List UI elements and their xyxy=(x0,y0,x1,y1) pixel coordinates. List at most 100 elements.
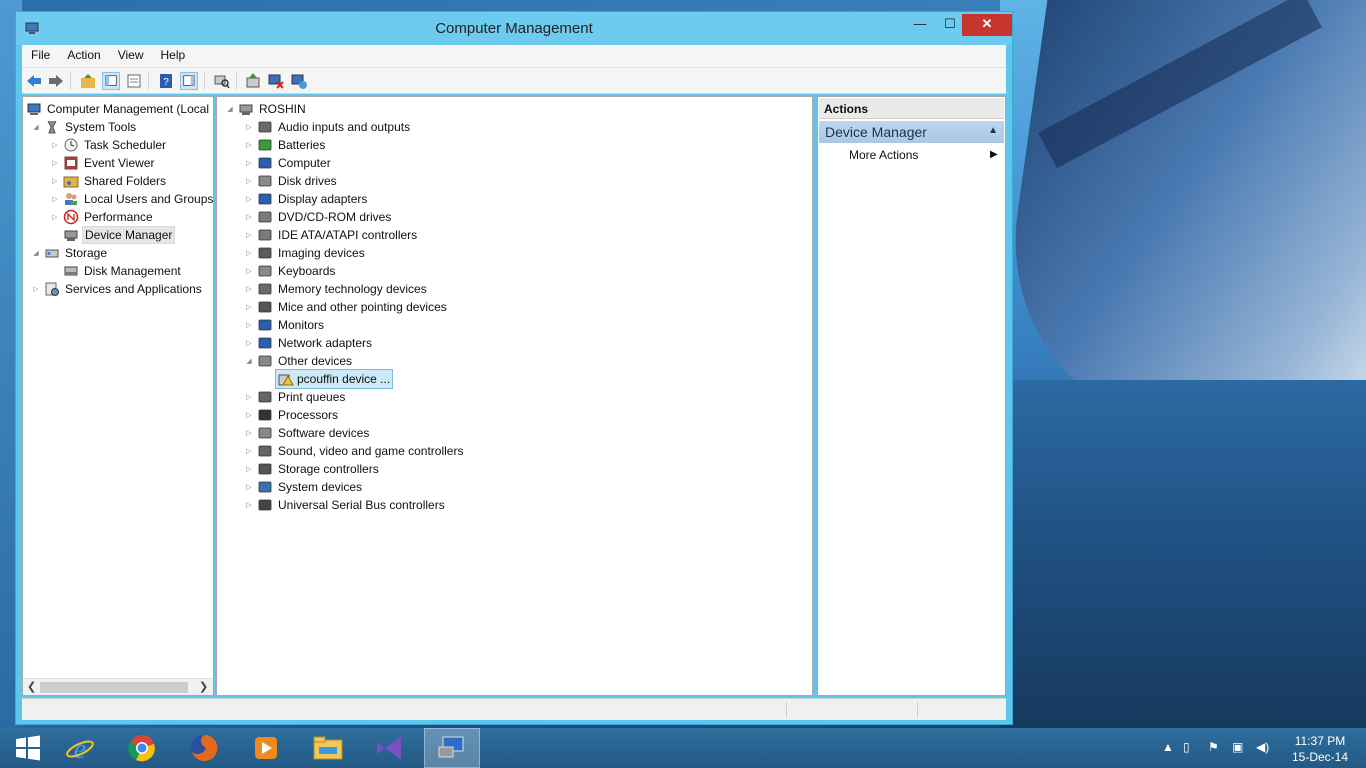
expand-arrow-icon[interactable]: ▷ xyxy=(244,339,254,347)
tree-item-device-manager[interactable]: Device Manager xyxy=(60,226,176,244)
forward-arrow-icon[interactable] xyxy=(47,72,65,90)
device-category-row[interactable]: ▷ Disk drives xyxy=(244,172,339,190)
device-category-row[interactable]: ▷ Print queues xyxy=(244,388,347,406)
expand-arrow-icon[interactable]: ▷ xyxy=(244,447,254,455)
device-tree-root[interactable]: ◢ ROSHIN xyxy=(225,100,308,118)
expand-arrow-icon[interactable]: ▷ xyxy=(244,267,254,275)
device-category-row[interactable]: ▷ IDE ATA/ATAPI controllers xyxy=(244,226,419,244)
action-center-flag-icon[interactable]: ⚑ xyxy=(1208,740,1219,754)
show-hidden-icons-arrow[interactable]: ▲ xyxy=(1162,740,1174,754)
expand-arrow-icon[interactable]: ▷ xyxy=(244,177,254,185)
device-category-row[interactable]: ▷ Imaging devices xyxy=(244,244,367,262)
menu-action[interactable]: Action xyxy=(58,45,108,62)
scroll-left-icon[interactable]: ❮ xyxy=(27,680,36,693)
back-arrow-icon[interactable] xyxy=(25,72,43,90)
update-driver-icon[interactable] xyxy=(244,72,262,90)
tree-item-local-users-groups[interactable]: ▷ Local Users and Groups xyxy=(50,190,213,208)
horizontal-scrollbar[interactable]: ❮ ❯ xyxy=(23,678,213,695)
expand-arrow-icon[interactable]: ▷ xyxy=(244,411,254,419)
device-category-row[interactable]: ▷ Audio inputs and outputs xyxy=(244,118,412,136)
tree-item-disk-management[interactable]: Disk Management xyxy=(60,262,183,280)
taskbar-computer-management[interactable] xyxy=(424,728,480,768)
expand-arrow-icon[interactable]: ▷ xyxy=(244,123,254,131)
submenu-arrow-icon[interactable]: ▶ xyxy=(990,149,998,160)
collapse-up-icon[interactable]: ▲ xyxy=(988,125,998,136)
expand-arrow-icon[interactable]: ▷ xyxy=(50,195,60,203)
taskbar-internet-explorer[interactable]: e xyxy=(52,728,108,768)
device-category-row[interactable]: ◢ Other devices xyxy=(244,352,354,370)
device-category-row[interactable]: ▷ Sound, video and game controllers xyxy=(244,442,465,460)
taskbar-media-player[interactable] xyxy=(238,728,294,768)
expand-arrow-icon[interactable]: ▷ xyxy=(244,213,254,221)
expand-arrow-icon[interactable]: ▷ xyxy=(244,285,254,293)
collapse-arrow-icon[interactable]: ◢ xyxy=(31,123,41,131)
uninstall-device-icon[interactable] xyxy=(267,72,285,90)
device-category-row[interactable]: ▷ Computer xyxy=(244,154,333,172)
show-action-pane-icon[interactable] xyxy=(180,72,198,90)
device-category-row[interactable]: ▷ Monitors xyxy=(244,316,326,334)
expand-arrow-icon[interactable]: ▷ xyxy=(244,501,254,509)
title-bar[interactable]: Computer Management — ☐ ✕ xyxy=(16,12,1012,45)
device-category-row[interactable]: ▷ DVD/CD-ROM drives xyxy=(244,208,393,226)
scan-hardware-changes-icon[interactable] xyxy=(213,72,231,90)
expand-arrow-icon[interactable]: ▷ xyxy=(244,159,254,167)
expand-arrow-icon[interactable]: ▷ xyxy=(244,393,254,401)
tree-item-computer-management[interactable]: Computer Management (Local xyxy=(26,100,211,118)
device-category-row[interactable]: ▷ Batteries xyxy=(244,136,327,154)
device-category-row[interactable]: ▷ Memory technology devices xyxy=(244,280,429,298)
up-folder-icon[interactable] xyxy=(79,72,97,90)
volume-icon[interactable]: ◀) xyxy=(1256,740,1269,754)
expand-arrow-icon[interactable]: ▷ xyxy=(244,429,254,437)
expand-arrow-icon[interactable]: ▷ xyxy=(244,465,254,473)
tree-item-system-tools[interactable]: ◢ System Tools xyxy=(31,118,138,136)
tree-item-services-applications[interactable]: ▷ Services and Applications xyxy=(31,280,204,298)
expand-arrow-icon[interactable]: ▷ xyxy=(244,303,254,311)
expand-arrow-icon[interactable]: ▷ xyxy=(50,141,60,149)
tree-item-task-scheduler[interactable]: ▷ Task Scheduler xyxy=(50,136,168,154)
close-button[interactable]: ✕ xyxy=(962,14,1012,36)
show-hide-console-tree-icon[interactable] xyxy=(102,72,120,90)
taskbar-clock[interactable]: 11:37 PM 15-Dec-14 xyxy=(1285,733,1355,765)
help-icon[interactable]: ? xyxy=(157,72,175,90)
device-category-row[interactable]: ▷ Keyboards xyxy=(244,262,337,280)
expand-arrow-icon[interactable]: ▷ xyxy=(244,231,254,239)
maximize-button[interactable]: ☐ xyxy=(935,14,965,36)
tree-item-shared-folders[interactable]: ▷ Shared Folders xyxy=(50,172,168,190)
start-button[interactable] xyxy=(0,728,56,768)
enable-device-icon[interactable] xyxy=(290,72,308,90)
expand-arrow-icon[interactable]: ▷ xyxy=(244,249,254,257)
device-category-row[interactable]: ▷ Processors xyxy=(244,406,340,424)
menu-help[interactable]: Help xyxy=(152,45,194,62)
collapse-arrow-icon[interactable]: ◢ xyxy=(31,249,41,257)
expand-arrow-icon[interactable]: ▷ xyxy=(244,141,254,149)
device-category-row[interactable]: ▷ System devices xyxy=(244,478,364,496)
device-category-row[interactable]: ▷ Software devices xyxy=(244,424,371,442)
more-actions-link[interactable]: More Actions xyxy=(849,148,918,162)
taskbar-firefox[interactable] xyxy=(176,728,232,768)
minimize-button[interactable]: — xyxy=(905,14,935,36)
scrollbar-thumb[interactable] xyxy=(40,682,188,693)
expand-arrow-icon[interactable]: ▷ xyxy=(50,159,60,167)
taskbar-chrome[interactable] xyxy=(114,728,170,768)
collapse-arrow-icon[interactable]: ◢ xyxy=(225,105,235,113)
network-icon[interactable]: ▣ xyxy=(1232,740,1243,754)
tree-item-performance[interactable]: ▷ Performance xyxy=(50,208,155,226)
device-category-row[interactable]: ▷ Storage controllers xyxy=(244,460,381,478)
device-category-row[interactable]: ▷ Display adapters xyxy=(244,190,369,208)
expand-arrow-icon[interactable]: ▷ xyxy=(50,177,60,185)
taskbar-file-explorer[interactable] xyxy=(300,728,356,768)
expand-arrow-icon[interactable]: ▷ xyxy=(244,195,254,203)
scroll-right-icon[interactable]: ❯ xyxy=(199,680,208,693)
device-row-pcouffin[interactable]: pcouffin device ... xyxy=(275,369,394,389)
device-category-row[interactable]: ▷ Network adapters xyxy=(244,334,374,352)
menu-file[interactable]: File xyxy=(22,45,58,62)
tree-item-storage[interactable]: ◢ Storage xyxy=(31,244,109,262)
expand-arrow-icon[interactable]: ▷ xyxy=(31,285,41,293)
menu-view[interactable]: View xyxy=(109,45,152,62)
device-category-row[interactable]: ▷ Universal Serial Bus controllers xyxy=(244,496,447,514)
power-icon[interactable]: ▯ xyxy=(1183,740,1190,754)
actions-section-device-manager[interactable]: Device Manager ▲ xyxy=(819,121,1004,143)
expand-arrow-icon[interactable]: ▷ xyxy=(244,321,254,329)
taskbar-visual-studio[interactable] xyxy=(362,728,418,768)
export-list-icon[interactable] xyxy=(125,72,143,90)
